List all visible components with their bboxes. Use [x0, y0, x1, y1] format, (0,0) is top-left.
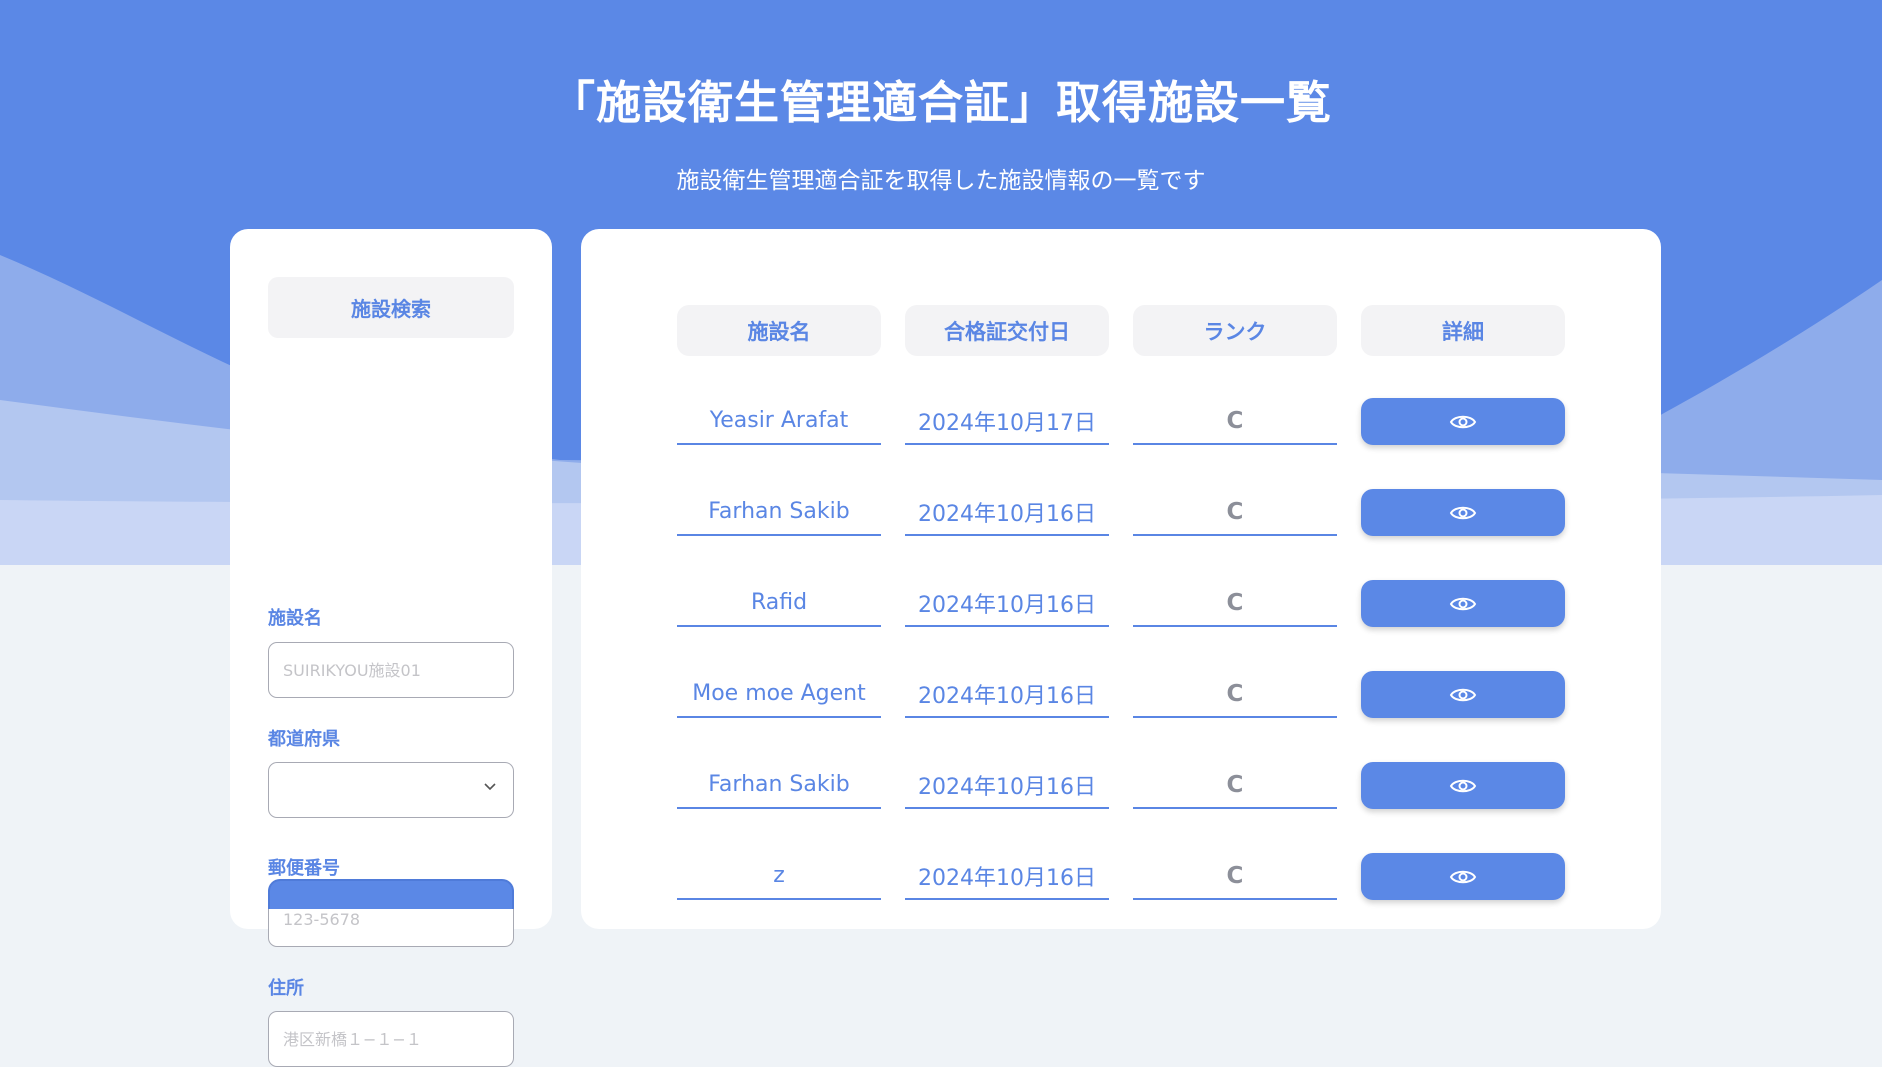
row-facility-name: Farhan Sakib [677, 489, 881, 536]
header-issue-date: 合格証交付日 [905, 305, 1109, 356]
prefecture-select[interactable] [268, 762, 514, 818]
row-issue-date: 2024年10月16日 [905, 671, 1109, 718]
page-title: 「施設衛生管理適合証」取得施設一覧 [549, 76, 1332, 129]
eye-icon [1449, 870, 1477, 883]
row-facility-name: Farhan Sakib [677, 762, 881, 809]
row-issue-date: 2024年10月16日 [905, 580, 1109, 627]
facility-name-label: 施設名 [268, 608, 322, 629]
row-rank: C [1133, 398, 1337, 445]
eye-icon [1449, 597, 1477, 610]
prefecture-label: 都道府県 [268, 729, 340, 750]
facility-name-input[interactable] [268, 642, 514, 698]
view-details-button[interactable] [1361, 853, 1565, 900]
view-details-button[interactable] [1361, 671, 1565, 718]
page-subtitle: 施設衛生管理適合証を取得した施設情報の一覧です [676, 168, 1206, 194]
eye-icon [1449, 688, 1477, 701]
row-rank: C [1133, 762, 1337, 809]
search-heading: 施設検索 [268, 277, 514, 338]
row-issue-date: 2024年10月16日 [905, 762, 1109, 809]
chevron-down-icon [484, 783, 496, 791]
view-details-button[interactable] [1361, 398, 1565, 445]
postal-code-label: 郵便番号 [268, 858, 340, 879]
view-details-button[interactable] [1361, 762, 1565, 809]
header-details: 詳細 [1361, 305, 1565, 356]
row-facility-name: Yeasir Arafat [677, 398, 881, 445]
row-facility-name: Rafid [677, 580, 881, 627]
eye-icon [1449, 415, 1477, 428]
row-issue-date: 2024年10月16日 [905, 489, 1109, 536]
row-rank: C [1133, 671, 1337, 718]
row-issue-date: 2024年10月16日 [905, 853, 1109, 900]
header-facility-name: 施設名 [677, 305, 881, 356]
row-rank: C [1133, 853, 1337, 900]
row-rank: C [1133, 580, 1337, 627]
view-details-button[interactable] [1361, 580, 1565, 627]
row-facility-name: Moe moe Agent [677, 671, 881, 718]
row-issue-date: 2024年10月17日 [905, 398, 1109, 445]
address-input[interactable] [268, 1011, 514, 1067]
eye-icon [1449, 779, 1477, 792]
row-rank: C [1133, 489, 1337, 536]
eye-icon [1449, 506, 1477, 519]
view-details-button[interactable] [1361, 489, 1565, 536]
search-panel: 施設検索 施設名 都道府県 郵便番号 住所 [230, 229, 552, 1067]
row-facility-name: z [677, 853, 881, 900]
search-button[interactable] [268, 879, 514, 909]
address-label: 住所 [268, 978, 304, 999]
results-panel: 施設名 合格証交付日 ランク 詳細 Yeasir Arafat 2024年10月… [581, 229, 1661, 929]
header-rank: ランク [1133, 305, 1337, 356]
